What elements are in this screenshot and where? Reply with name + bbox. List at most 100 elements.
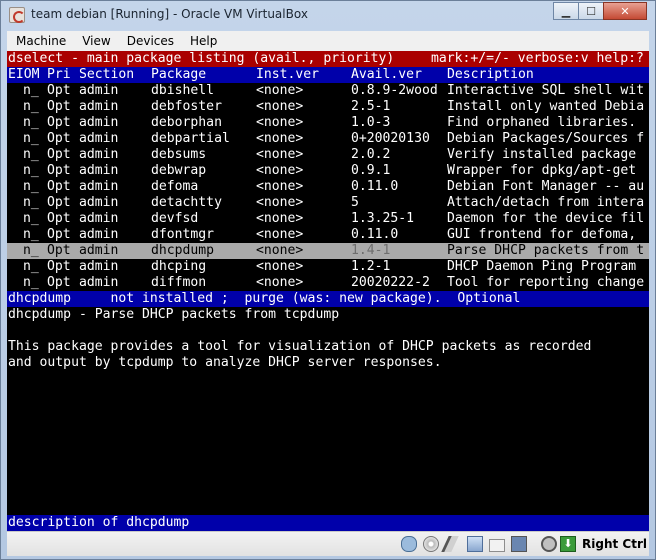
package-row[interactable]: n_ Opt admin dbishell <none> 0.8.9-2wood Inter… [7,83,649,99]
package-row[interactable]: n_ Opt admin dhcping <none> 1.2-1 DHCP Daemon … [7,259,649,275]
cell-desc: DHCP Daemon Ping Program [447,259,637,274]
cell-package: debwrap [151,163,207,178]
cell-section: admin [79,227,119,242]
cell-inst: <none> [256,115,304,130]
description-title: dhcpdump - Parse DHCP packets from tcpdu… [8,307,340,322]
cell-desc: Daemon for the device fil [447,211,645,226]
cell-pri: Opt [47,131,71,146]
cell-package: dbishell [151,83,215,98]
menu-devices[interactable]: Devices [118,34,181,48]
cell-inst: <none> [256,179,304,194]
close-button[interactable]: ✕ [603,2,647,20]
cell-inst: <none> [256,83,304,98]
cell-avail: 0.11.0 [351,227,399,242]
cell-section: admin [79,259,119,274]
minimize-icon: ▁ [561,4,571,18]
cell-pri: Opt [47,115,71,130]
display-icon[interactable] [511,536,527,552]
package-row[interactable]: n_ Opt admin deborphan <none> 1.0-3 Find orpha… [7,115,649,131]
package-row[interactable]: n_ Opt admin debwrap <none> 0.9.1 Wrapper for … [7,163,649,179]
cell-avail: 20020222-2 [351,275,430,290]
cell-section: admin [79,179,119,194]
cell-package: deborphan [151,115,222,130]
cell-desc: Wrapper for dpkg/apt-get [447,163,637,178]
cell-package: dhcping [151,259,207,274]
package-row[interactable]: n_ Opt admin diffmon <none> 20020222-2 Tool fo… [7,275,649,291]
cell-package: diffmon [151,275,207,290]
virtualbox-app-icon [9,7,25,23]
cell-desc: Find orphaned libraries. [447,115,637,130]
column-header-availver: Avail.ver [351,67,422,82]
cell-inst: <none> [256,259,304,274]
cell-package: detachtty [151,195,222,210]
cell-inst: <none> [256,275,304,290]
virtualbox-window: team debian [Running] - Oracle VM Virtua… [0,0,656,560]
cell-section: admin [79,275,119,290]
cell-avail: 0+20020130 [351,131,430,146]
cell-package: dfontmgr [151,227,215,242]
cell-avail: 1.4-1 [351,243,391,258]
description-line: and output by tcpdump to analyze DHCP se… [8,355,442,370]
network-icon[interactable] [467,536,483,552]
vm-console-screen[interactable]: dselect - main package listing (avail., … [7,51,649,531]
shared-folder-icon[interactable] [489,539,505,552]
cell-eiom: n_ [23,131,39,146]
optical-drive-icon[interactable] [423,536,439,552]
cell-eiom: n_ [23,243,39,258]
cell-inst: <none> [256,131,304,146]
menu-machine[interactable]: Machine [7,34,73,48]
hard-disk-icon[interactable] [401,536,417,552]
menu-help[interactable]: Help [181,34,224,48]
cell-package: defoma [151,179,199,194]
cell-desc: GUI frontend for defoma, [447,227,637,242]
cell-section: admin [79,131,119,146]
window-title: team debian [Running] - Oracle VM Virtua… [31,7,308,21]
cell-inst: <none> [256,147,304,162]
cell-avail: 0.11.0 [351,179,399,194]
cell-pri: Opt [47,275,71,290]
column-header-package: Package [151,67,207,82]
cell-section: admin [79,211,119,226]
maximize-button[interactable]: ☐ [578,2,604,20]
cell-pri: Opt [47,99,71,114]
capture-icon[interactable] [541,536,557,552]
cell-package: debfoster [151,99,222,114]
cell-inst: <none> [256,163,304,178]
cell-avail: 0.9.1 [351,163,391,178]
package-row[interactable]: n_ Opt admin defoma <none> 0.11.0 Debian Font … [7,179,649,195]
cell-eiom: n_ [23,259,39,274]
package-row[interactable]: n_ Opt admin devfsd <none> 1.3.25-1 Daemon for… [7,211,649,227]
host-key-label: Right Ctrl [582,537,647,551]
minimize-button[interactable]: ▁ [553,2,579,20]
cell-desc: Attach/detach from intera [447,195,645,210]
cell-eiom: n_ [23,99,39,114]
cell-desc: Debian Font Manager -- au [447,179,645,194]
cell-eiom: n_ [23,211,39,226]
description-status-line: description of dhcpdump [7,515,649,531]
package-row[interactable]: n_ Opt admin debfoster <none> 2.5-1 Install on… [7,99,649,115]
cell-pri: Opt [47,179,71,194]
column-header-instver: Inst.ver [256,67,320,82]
title-bar[interactable]: team debian [Running] - Oracle VM Virtua… [1,1,655,29]
cell-eiom: n_ [23,227,39,242]
cell-pri: Opt [47,83,71,98]
dselect-header: dselect - main package listing (avail., … [7,51,649,67]
cell-section: admin [79,115,119,130]
cell-avail: 2.0.2 [351,147,391,162]
cell-pri: Opt [47,227,71,242]
package-row[interactable]: n_ Opt admin debpartial <none> 0+20020130 Debi… [7,131,649,147]
menu-view[interactable]: View [73,34,117,48]
maximize-icon: ☐ [586,4,596,18]
column-header-section: Section [79,67,135,82]
cell-avail: 1.3.25-1 [351,211,415,226]
package-row[interactable]: n_ Opt admin detachtty <none> 5 Attach/detach … [7,195,649,211]
package-row[interactable]: n_ Opt admin debsums <none> 2.0.2 Verify insta… [7,147,649,163]
cell-desc: Parse DHCP packets from t [447,243,645,258]
cell-section: admin [79,163,119,178]
package-row-selected[interactable]: n_ Opt admin dhcpdump <none> 1.4-1 Parse DHCP … [7,243,649,259]
cell-pri: Opt [47,195,71,210]
cell-eiom: n_ [23,83,39,98]
usb-icon[interactable] [441,536,459,552]
package-row[interactable]: n_ Opt admin dfontmgr <none> 0.11.0 GUI fronte… [7,227,649,243]
cell-package: devfsd [151,211,199,226]
